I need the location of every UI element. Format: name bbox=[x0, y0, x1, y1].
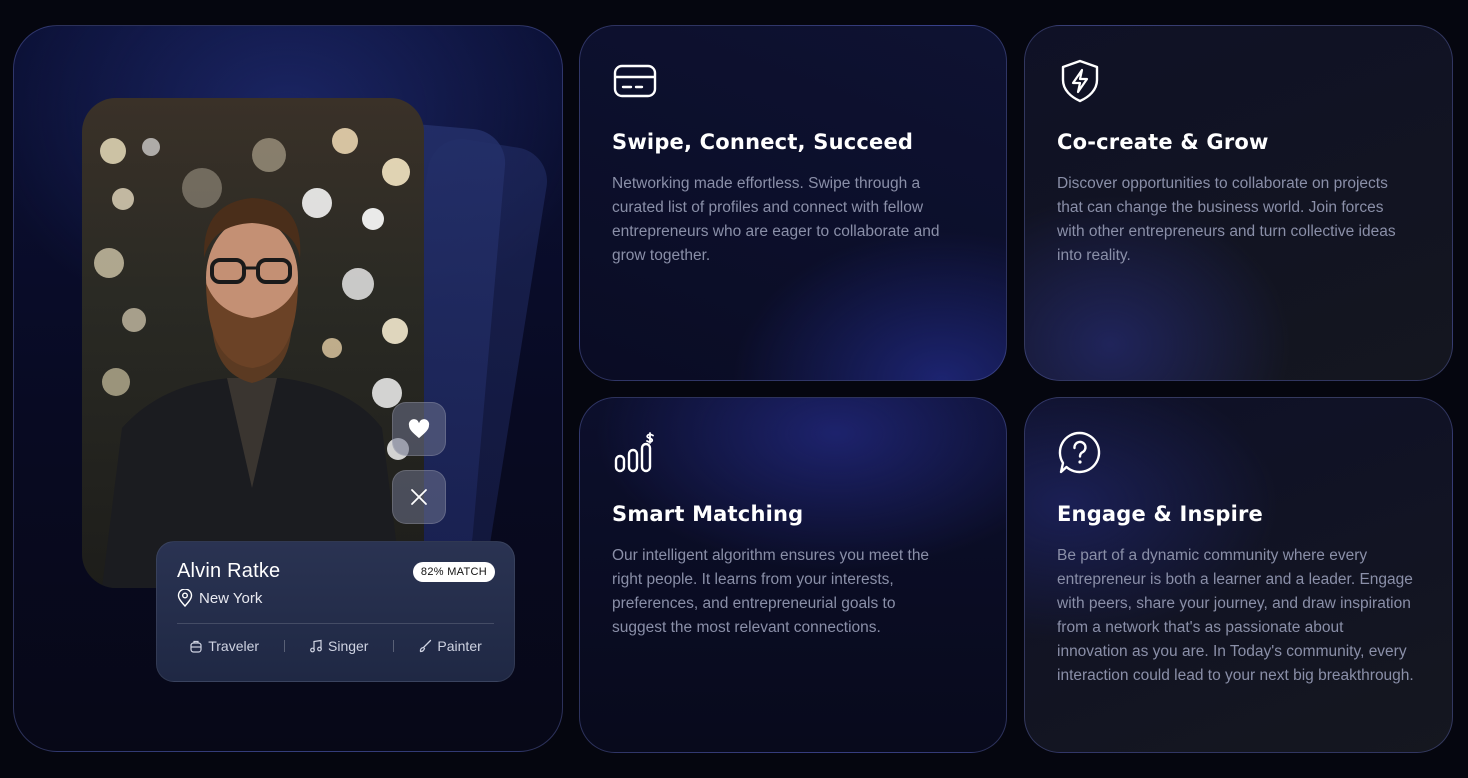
tag-separator bbox=[283, 640, 285, 652]
shield-bolt-icon bbox=[1061, 59, 1099, 103]
pass-button[interactable] bbox=[392, 470, 446, 524]
feature-title: Smart Matching bbox=[612, 502, 804, 526]
feature-card-matching: Smart Matching Our intelligent algorithm… bbox=[579, 397, 1007, 753]
heart-icon bbox=[408, 419, 430, 439]
tag-painter: Painter bbox=[418, 638, 482, 654]
profile-photo bbox=[82, 98, 424, 588]
feature-description: Be part of a dynamic community where eve… bbox=[1057, 547, 1414, 684]
like-button[interactable] bbox=[392, 402, 446, 456]
music-note-icon bbox=[310, 639, 322, 653]
profile-showcase-panel: Alvin Ratke 82% MATCH New York Traveler … bbox=[13, 25, 563, 752]
feature-title: Swipe, Connect, Succeed bbox=[612, 130, 914, 154]
feature-card-swipe: Swipe, Connect, Succeed Networking made … bbox=[579, 25, 1007, 381]
feature-description: Discover opportunities to collaborate on… bbox=[1057, 175, 1396, 264]
tag-separator bbox=[392, 640, 394, 652]
chart-dollar-icon bbox=[614, 432, 654, 473]
feature-title: Co-create & Grow bbox=[1057, 130, 1269, 154]
question-bubble-icon bbox=[1058, 431, 1101, 474]
credit-card-icon bbox=[613, 64, 657, 98]
location-text: New York bbox=[199, 589, 263, 607]
close-icon bbox=[411, 489, 427, 505]
profile-location: New York bbox=[177, 589, 494, 607]
divider bbox=[177, 623, 494, 624]
feature-card-engage: Engage & Inspire Be part of a dynamic co… bbox=[1024, 397, 1453, 753]
feature-description: Our intelligent algorithm ensures you me… bbox=[612, 547, 930, 636]
page: Alvin Ratke 82% MATCH New York Traveler … bbox=[0, 0, 1468, 778]
feature-card-cocreate: Co-create & Grow Discover opportunities … bbox=[1024, 25, 1453, 381]
backpack-icon bbox=[190, 640, 202, 653]
feature-description: Networking made effortless. Swipe throug… bbox=[612, 175, 940, 264]
tag-singer: Singer bbox=[309, 638, 368, 654]
tag-traveler: Traveler bbox=[189, 638, 259, 654]
map-pin-icon bbox=[177, 589, 193, 607]
brush-icon bbox=[420, 639, 432, 653]
match-badge: 82% MATCH bbox=[412, 562, 495, 582]
interest-tags: Traveler Singer Painter bbox=[177, 638, 494, 654]
feature-title: Engage & Inspire bbox=[1057, 502, 1264, 526]
person-portrait bbox=[102, 198, 402, 588]
profile-info-card: Alvin Ratke 82% MATCH New York Traveler … bbox=[156, 541, 515, 682]
